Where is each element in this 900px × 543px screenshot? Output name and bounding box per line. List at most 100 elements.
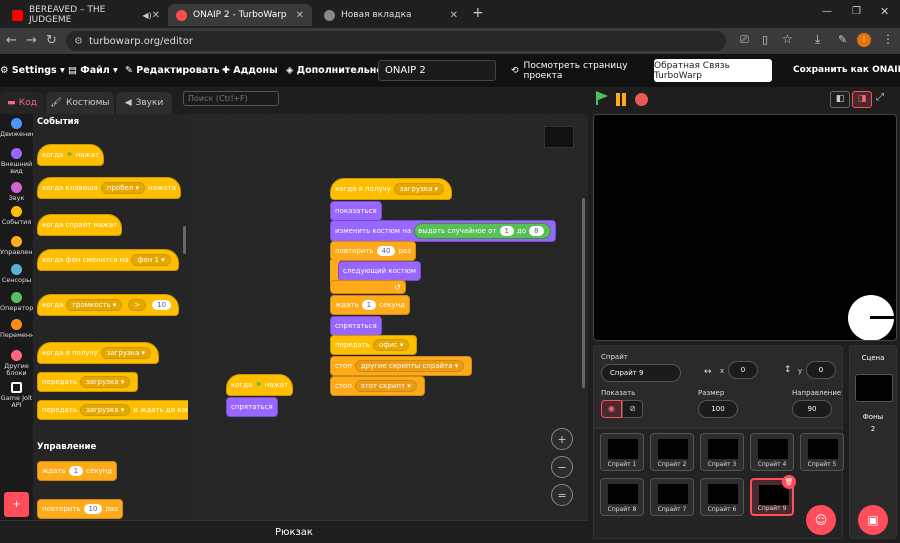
- when-i-receive-block[interactable]: когда я получу загрузка ▾: [37, 342, 159, 364]
- stop-this-script-block[interactable]: стоп этот скрипт ▾: [330, 376, 425, 396]
- add-extension-button[interactable]: +: [4, 492, 29, 517]
- switch-costume-block[interactable]: изменить костюм на выдать случайное от 1…: [330, 220, 556, 242]
- show-sprite-eye-icon[interactable]: ◉: [601, 400, 622, 418]
- when-loudness-block[interactable]: когда громкость ▾ > 10: [37, 294, 180, 316]
- stop-other-scripts-block[interactable]: стоп другие скрипты спрайта ▾: [330, 356, 473, 376]
- category-1[interactable]: Внешний вид: [0, 148, 33, 175]
- pick-random-block[interactable]: выдать случайное от 1 до 8: [414, 223, 551, 239]
- repeat-block[interactable]: повторить 10 раз: [37, 499, 123, 519]
- stage-canvas[interactable]: [593, 114, 897, 341]
- back-icon[interactable]: ←: [6, 33, 17, 48]
- site-info-icon[interactable]: ⚙: [74, 36, 83, 47]
- bookmark-star-icon[interactable]: ☆: [782, 32, 793, 46]
- close-tab-icon[interactable]: ✕: [296, 10, 304, 21]
- stop-option-dropdown[interactable]: другие скрипты спрайта ▾: [354, 360, 465, 372]
- save-as-button[interactable]: Сохранить как ONAIP 2.sb3: [793, 65, 900, 75]
- wait-block[interactable]: ждать 1 секунд: [330, 295, 411, 315]
- small-stage-button[interactable]: ◧: [830, 91, 850, 108]
- sprite-thumbnail[interactable]: Спрайт 5: [800, 433, 844, 471]
- feedback-button[interactable]: Обратная Связь TurboWarp: [654, 59, 772, 82]
- normal-stage-button[interactable]: ◨: [852, 91, 872, 108]
- when-backdrop-switches-block[interactable]: когда фон сменится на фон 1 ▾: [37, 249, 179, 271]
- cast-icon[interactable]: ⎚: [740, 33, 749, 47]
- page-icon[interactable]: ▯: [762, 33, 768, 46]
- advanced-menu[interactable]: ◈ Дополнительно: [286, 65, 383, 76]
- show-block[interactable]: показаться: [330, 201, 382, 221]
- script-workspace[interactable]: когда я получу загрузка ▾ показаться изм…: [188, 114, 588, 520]
- sprite-thumbnail[interactable]: Спрайт 3: [700, 433, 744, 471]
- repeat-value-field[interactable]: 10: [83, 504, 103, 514]
- category-2[interactable]: Звук: [0, 182, 33, 202]
- close-tab-icon[interactable]: ✕: [450, 10, 458, 21]
- maximize-button[interactable]: ❐: [852, 6, 861, 17]
- stop-icon[interactable]: [635, 93, 648, 106]
- hide-block[interactable]: спрятаться: [330, 316, 382, 336]
- browser-tab-new[interactable]: Новая вкладка ✕: [316, 4, 466, 26]
- sprite-thumbnail[interactable]: Спрайт 2: [650, 433, 694, 471]
- when-flag-clicked-hat[interactable]: когда ⚑ нажат: [226, 374, 294, 396]
- loudness-dropdown[interactable]: громкость ▾: [66, 299, 123, 311]
- broadcast-block[interactable]: передать загрузка ▾: [37, 372, 139, 392]
- sprite-thumbnail[interactable]: Спрайт 1: [600, 433, 644, 471]
- minimize-button[interactable]: —: [822, 6, 832, 17]
- broadcast-and-wait-block[interactable]: передать загрузка ▾ и ждать до конца: [37, 400, 188, 420]
- zoom-in-button[interactable]: +: [551, 428, 573, 450]
- random-to-field[interactable]: 8: [529, 226, 544, 236]
- category-6[interactable]: Операторы: [0, 292, 39, 312]
- direction-field[interactable]: 90: [792, 400, 832, 418]
- reload-icon[interactable]: ↻: [46, 33, 57, 48]
- y-field[interactable]: 0: [806, 361, 836, 379]
- repeat-count-field[interactable]: 40: [376, 246, 396, 256]
- x-field[interactable]: 0: [728, 361, 758, 379]
- hide-block[interactable]: спрятаться: [226, 397, 278, 417]
- wait-value-field[interactable]: 1: [68, 466, 84, 476]
- scene-thumbnail[interactable]: [855, 374, 893, 402]
- tab-costumes[interactable]: 🖌︎ Костюмы: [46, 92, 114, 114]
- zoom-reset-button[interactable]: =: [551, 484, 573, 506]
- backdrop-dropdown[interactable]: фон 1 ▾: [131, 254, 171, 266]
- project-title-input[interactable]: [378, 60, 496, 81]
- sprite-thumbnail[interactable]: Спрайт 8: [600, 478, 644, 516]
- tab-sounds[interactable]: ◀ Звуки: [116, 92, 172, 114]
- close-tab-icon[interactable]: ✕: [152, 10, 160, 21]
- when-i-receive-hat[interactable]: когда я получу загрузка ▾: [330, 178, 452, 200]
- browser-tab-bereaved[interactable]: BEREAVED – THE JUDGEME ◀) ✕: [4, 4, 168, 26]
- wait-seconds-field[interactable]: 1: [361, 300, 377, 310]
- block-search-input[interactable]: [183, 91, 279, 106]
- see-project-page-button[interactable]: ⟲ Посмотреть страницу проекта: [505, 60, 648, 81]
- settings-menu[interactable]: ⚙ Settings ▾: [0, 65, 65, 76]
- message-dropdown[interactable]: загрузка ▾: [100, 347, 151, 359]
- when-sprite-clicked-block[interactable]: когда спрайт нажат: [37, 214, 123, 236]
- browser-tab-turbowarp[interactable]: ONAIP 2 - TurboWarp ✕: [168, 4, 312, 26]
- browser-menu-icon[interactable]: ⋮: [882, 32, 894, 46]
- profile-avatar[interactable]: i: [857, 33, 871, 47]
- random-from-field[interactable]: 1: [499, 226, 514, 236]
- fullscreen-icon[interactable]: ⤢: [876, 92, 884, 103]
- file-menu[interactable]: ▤ Файл ▾: [68, 65, 118, 76]
- sprite-thumbnail[interactable]: Спрайт 7: [650, 478, 694, 516]
- repeat-block[interactable]: повторить 40 раз: [330, 241, 416, 261]
- category-9[interactable]: Game Jolt API: [0, 382, 33, 409]
- message-dropdown[interactable]: загрузка ▾: [79, 404, 131, 416]
- palette-scrollbar[interactable]: [183, 226, 186, 254]
- category-3[interactable]: События: [0, 206, 33, 226]
- forward-icon[interactable]: →: [26, 33, 37, 48]
- extensions-icon[interactable]: ✎: [838, 33, 847, 46]
- wait-block[interactable]: ждать 1 секунд: [37, 461, 118, 481]
- pause-icon[interactable]: [616, 93, 620, 106]
- sprite-thumbnail[interactable]: Спрайт 9 🗑︎: [750, 475, 796, 516]
- when-key-pressed-block[interactable]: когда клавиша пробел ▾ нажата: [37, 177, 181, 199]
- message-dropdown[interactable]: офис ▾: [372, 339, 410, 351]
- stop-option-dropdown[interactable]: этот скрипт ▾: [354, 380, 417, 392]
- message-dropdown[interactable]: загрузка ▾: [393, 183, 444, 195]
- sprite-name-field[interactable]: Спрайт 9: [601, 364, 681, 382]
- category-5[interactable]: Сенсоры: [0, 264, 33, 284]
- add-backdrop-button[interactable]: ▣: [858, 505, 888, 535]
- broadcast-block[interactable]: передать офис ▾: [330, 335, 418, 355]
- category-7[interactable]: Переменные: [0, 319, 44, 339]
- sprite-thumbnail[interactable]: Спрайт 4: [750, 433, 794, 471]
- url-bar[interactable]: ⚙ turbowarp.org/editor: [66, 31, 726, 51]
- key-dropdown[interactable]: пробел ▾: [100, 182, 146, 194]
- loudness-value-field[interactable]: 10: [152, 300, 172, 310]
- hide-sprite-eye-icon[interactable]: ⊘: [622, 400, 643, 418]
